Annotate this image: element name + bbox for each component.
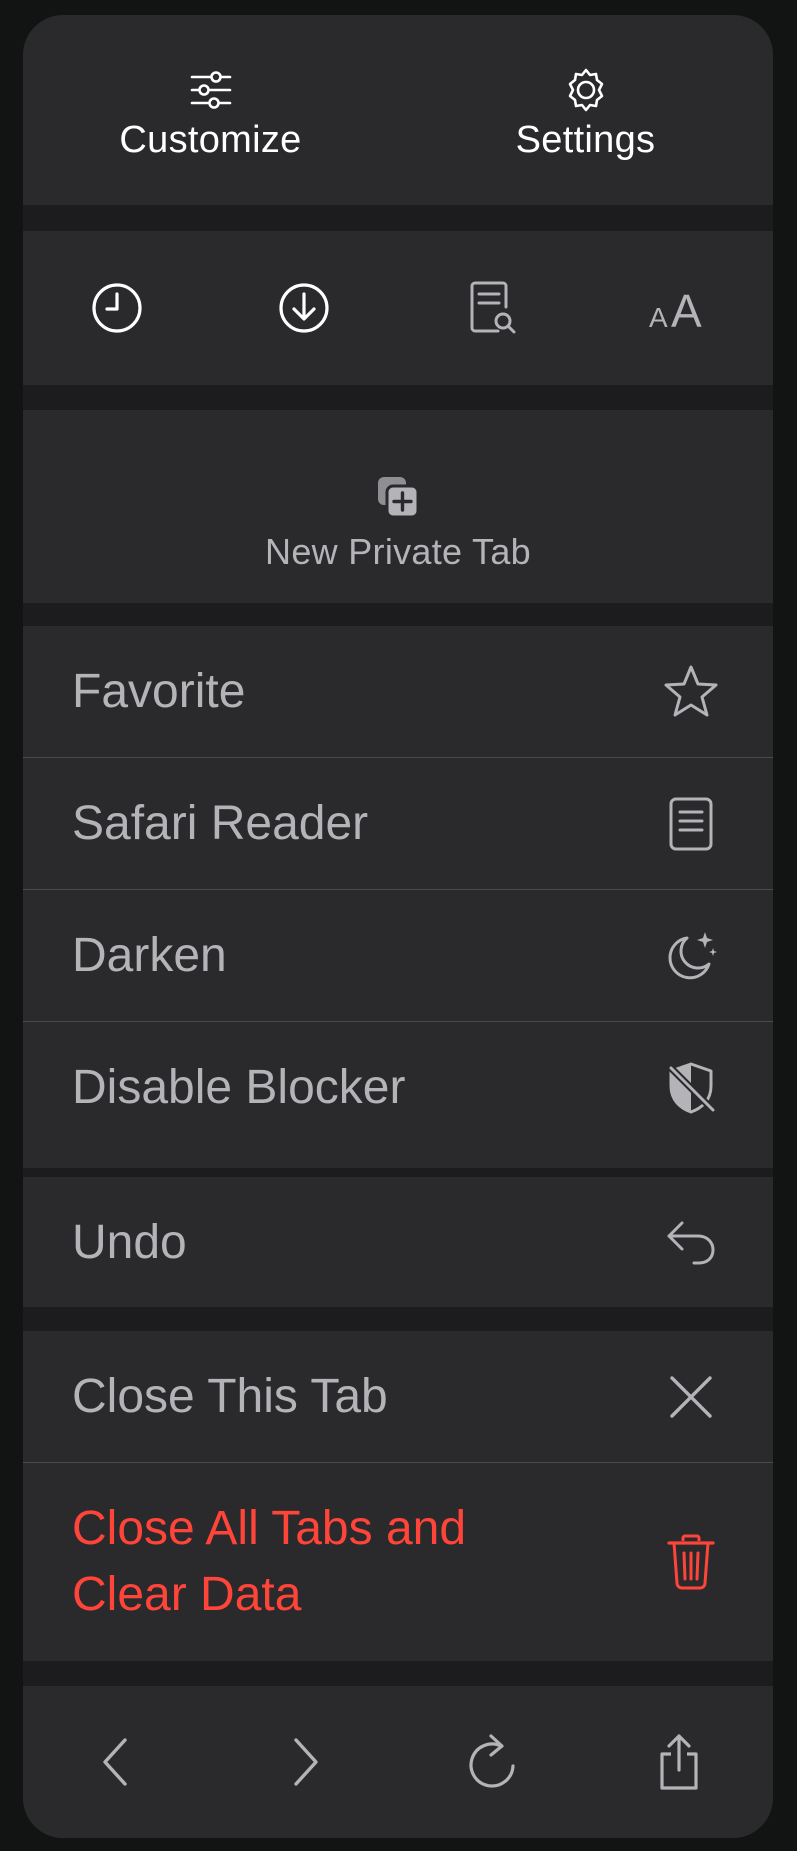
close-tabs-group: Close This Tab Close All Tabs and Clear … <box>23 1331 773 1661</box>
close-this-tab-label: Close This Tab <box>72 1370 388 1423</box>
undo-icon <box>667 1221 715 1265</box>
reload-icon <box>468 1734 515 1788</box>
disable-blocker-item[interactable]: Disable Blocker <box>23 1022 773 1153</box>
customize-label: Customize <box>119 119 302 161</box>
close-all-tabs-item[interactable]: Close All Tabs and Clear Data <box>23 1463 773 1661</box>
close-all-tabs-label: Close All Tabs and Clear Data <box>72 1496 466 1628</box>
moon-stars-icon <box>668 931 717 979</box>
trash-icon <box>667 1534 715 1590</box>
customize-button[interactable]: Customize <box>23 15 398 205</box>
text-size-icon: A A <box>649 285 702 333</box>
shield-slash-icon <box>668 1062 716 1113</box>
forward-icon <box>293 1738 318 1786</box>
private-tab-section: New Private Tab <box>23 410 773 603</box>
close-icon <box>670 1375 712 1418</box>
downloads-button[interactable] <box>210 231 397 385</box>
safari-reader-item[interactable]: Safari Reader <box>23 758 773 889</box>
reader-icon <box>669 797 713 850</box>
bottom-toolbar <box>23 1686 773 1838</box>
disable-blocker-label: Disable Blocker <box>72 1061 406 1114</box>
undo-label: Undo <box>72 1215 187 1269</box>
reload-button[interactable] <box>398 1686 585 1838</box>
menu-panel: Customize Settings A A New Private Tab F… <box>23 15 773 1838</box>
quick-actions-row: A A <box>23 231 773 385</box>
svg-text:A: A <box>649 302 668 333</box>
page-actions-group: Favorite Safari Reader Darken Disable Bl… <box>23 626 773 1168</box>
top-actions: Customize Settings <box>23 15 773 205</box>
back-button[interactable] <box>23 1686 210 1838</box>
forward-button[interactable] <box>210 1686 397 1838</box>
darken-item[interactable]: Darken <box>23 890 773 1021</box>
sliders-icon <box>190 71 231 109</box>
favorite-label: Favorite <box>72 665 246 718</box>
star-icon <box>664 665 718 716</box>
find-in-page-icon <box>470 281 515 334</box>
close-all-tabs-line1: Close All Tabs and <box>72 1502 467 1555</box>
history-icon <box>91 283 142 333</box>
settings-button[interactable]: Settings <box>398 15 773 205</box>
find-in-page-button[interactable] <box>398 231 585 385</box>
undo-group: Undo <box>23 1177 773 1307</box>
share-button[interactable] <box>585 1686 772 1838</box>
svg-text:A: A <box>671 285 702 333</box>
downloads-icon <box>278 283 329 333</box>
share-icon <box>659 1734 698 1790</box>
back-icon <box>102 1738 127 1786</box>
gear-icon <box>568 68 603 112</box>
favorite-item[interactable]: Favorite <box>23 626 773 757</box>
settings-label: Settings <box>515 119 656 161</box>
safari-reader-label: Safari Reader <box>72 797 369 850</box>
new-private-tab-icon <box>378 477 420 519</box>
new-private-tab-button[interactable]: New Private Tab <box>23 410 773 603</box>
undo-item[interactable]: Undo <box>23 1177 773 1307</box>
close-this-tab-item[interactable]: Close This Tab <box>23 1331 773 1462</box>
new-private-tab-label: New Private Tab <box>265 531 531 572</box>
close-all-tabs-line2: Clear Data <box>72 1568 302 1621</box>
darken-label: Darken <box>72 929 227 982</box>
history-button[interactable] <box>23 231 210 385</box>
text-size-button[interactable]: A A <box>585 231 772 385</box>
